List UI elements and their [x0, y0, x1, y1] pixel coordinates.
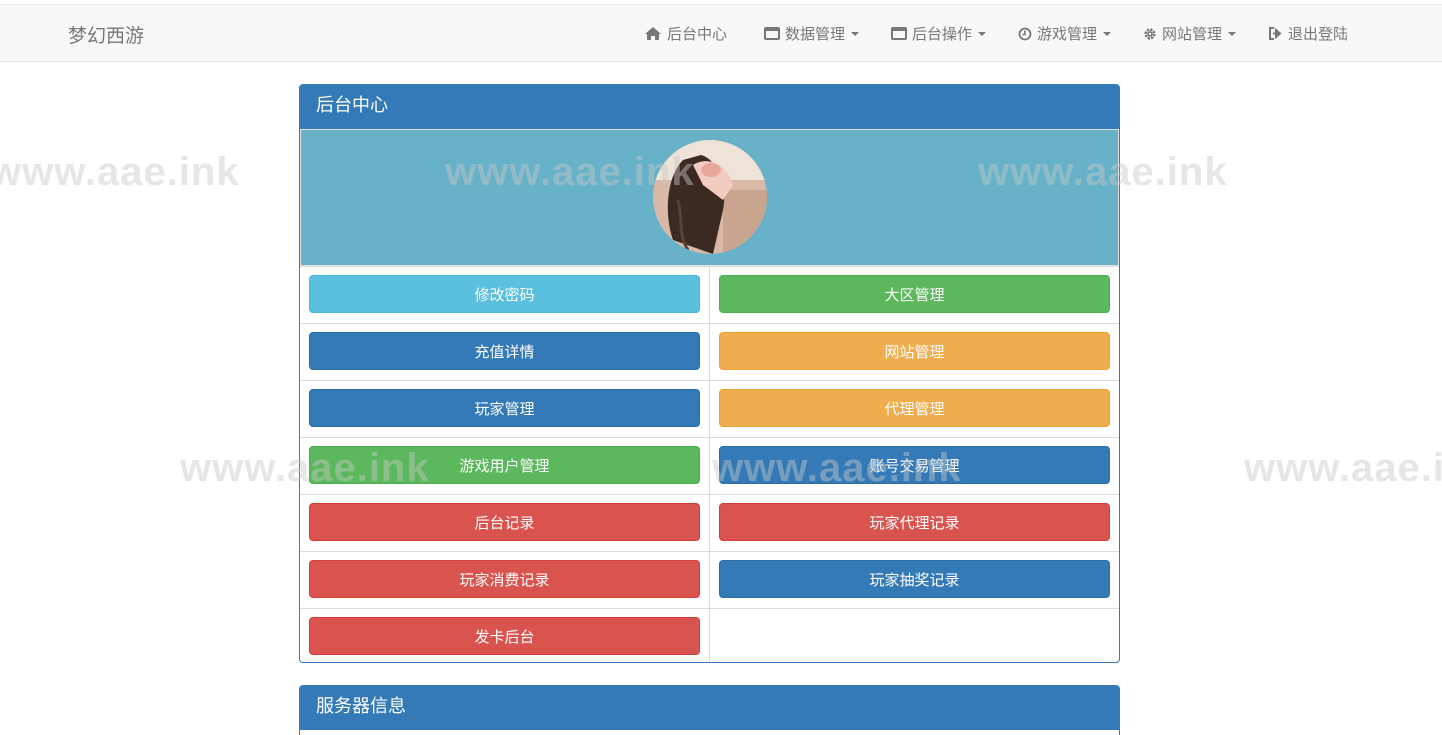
gear-icon	[1144, 27, 1156, 40]
button-cell: 充值详情	[300, 323, 710, 380]
admin-action-button[interactable]: 玩家管理	[309, 389, 700, 427]
nav-item-game-management[interactable]: 游戏管理	[1018, 23, 1112, 44]
button-cell: 玩家消费记录	[300, 551, 710, 608]
admin-action-button[interactable]: 网站管理	[719, 332, 1110, 370]
empty-cell	[710, 608, 1119, 662]
button-cell: 游戏用户管理	[300, 437, 710, 494]
button-cell: 玩家代理记录	[710, 494, 1119, 551]
caret-down-icon	[1228, 31, 1237, 36]
home-icon	[645, 27, 661, 40]
nav-item-label: 网站管理	[1162, 25, 1223, 43]
admin-action-button[interactable]: 后台记录	[309, 503, 700, 541]
button-cell: 网站管理	[710, 323, 1119, 380]
dashboard-panel: 后台中心 修改密码 大区管理 充值详情 网站管理 玩家管理 代理管理 游戏用户管理 账号交易管…	[299, 84, 1120, 663]
admin-action-button[interactable]: 游戏用户管理	[309, 446, 700, 484]
nav-item-site-management[interactable]: 网站管理	[1143, 23, 1237, 44]
admin-action-button[interactable]: 账号交易管理	[719, 446, 1110, 484]
admin-action-button[interactable]: 玩家消费记录	[309, 560, 700, 598]
avatar	[652, 139, 767, 254]
nav-item-dashboard[interactable]: 后台中心	[644, 23, 727, 44]
window-icon	[764, 27, 780, 40]
caret-down-icon	[978, 31, 987, 36]
button-cell: 后台记录	[300, 494, 710, 551]
server-panel-title: 服务器信息	[300, 686, 1119, 730]
nav-item-label: 后台操作	[912, 25, 973, 43]
admin-action-button[interactable]: 修改密码	[309, 275, 700, 313]
panel-title: 后台中心	[300, 85, 1119, 129]
nav-item-label: 游戏管理	[1037, 25, 1098, 43]
nav-item-logout[interactable]: 退出登陆	[1268, 23, 1348, 44]
server-info-panel: 服务器信息	[299, 685, 1120, 735]
logout-icon	[1269, 27, 1282, 40]
button-cell: 玩家抽奖记录	[710, 551, 1119, 608]
admin-action-button[interactable]: 代理管理	[719, 389, 1110, 427]
avatar-banner	[300, 129, 1119, 266]
nav-item-label: 退出登陆	[1288, 25, 1349, 43]
nav-item-label: 后台中心	[667, 25, 728, 43]
admin-button-grid: 修改密码 大区管理 充值详情 网站管理 玩家管理 代理管理 游戏用户管理 账号交易管理 后台记录…	[300, 266, 1119, 662]
admin-action-button[interactable]: 发卡后台	[309, 617, 700, 655]
admin-action-button[interactable]: 大区管理	[719, 275, 1110, 313]
admin-action-button[interactable]: 充值详情	[309, 332, 700, 370]
window-icon	[891, 27, 907, 40]
nav-item-backend-ops[interactable]: 后台操作	[891, 23, 987, 44]
brand-title[interactable]: 梦幻西游	[68, 21, 144, 48]
button-cell: 发卡后台	[300, 608, 710, 662]
button-cell: 大区管理	[710, 266, 1119, 323]
caret-down-icon	[851, 31, 860, 36]
nav-item-label: 数据管理	[785, 25, 846, 43]
top-navbar: 梦幻西游 后台中心 数据管理 后台操作 游戏管理 网站管理 退出登陆	[0, 4, 1442, 62]
watermark: www.aae.ink	[1244, 446, 1442, 490]
caret-down-icon	[1103, 31, 1112, 36]
nav-item-data-management[interactable]: 数据管理	[764, 23, 860, 44]
button-cell: 代理管理	[710, 380, 1119, 437]
watermark: www.aae.ink	[0, 150, 240, 194]
clock-icon	[1018, 27, 1032, 40]
button-cell: 玩家管理	[300, 380, 710, 437]
admin-action-button[interactable]: 玩家抽奖记录	[719, 560, 1110, 598]
button-cell: 账号交易管理	[710, 437, 1119, 494]
admin-action-button[interactable]: 玩家代理记录	[719, 503, 1110, 541]
button-cell: 修改密码	[300, 266, 710, 323]
